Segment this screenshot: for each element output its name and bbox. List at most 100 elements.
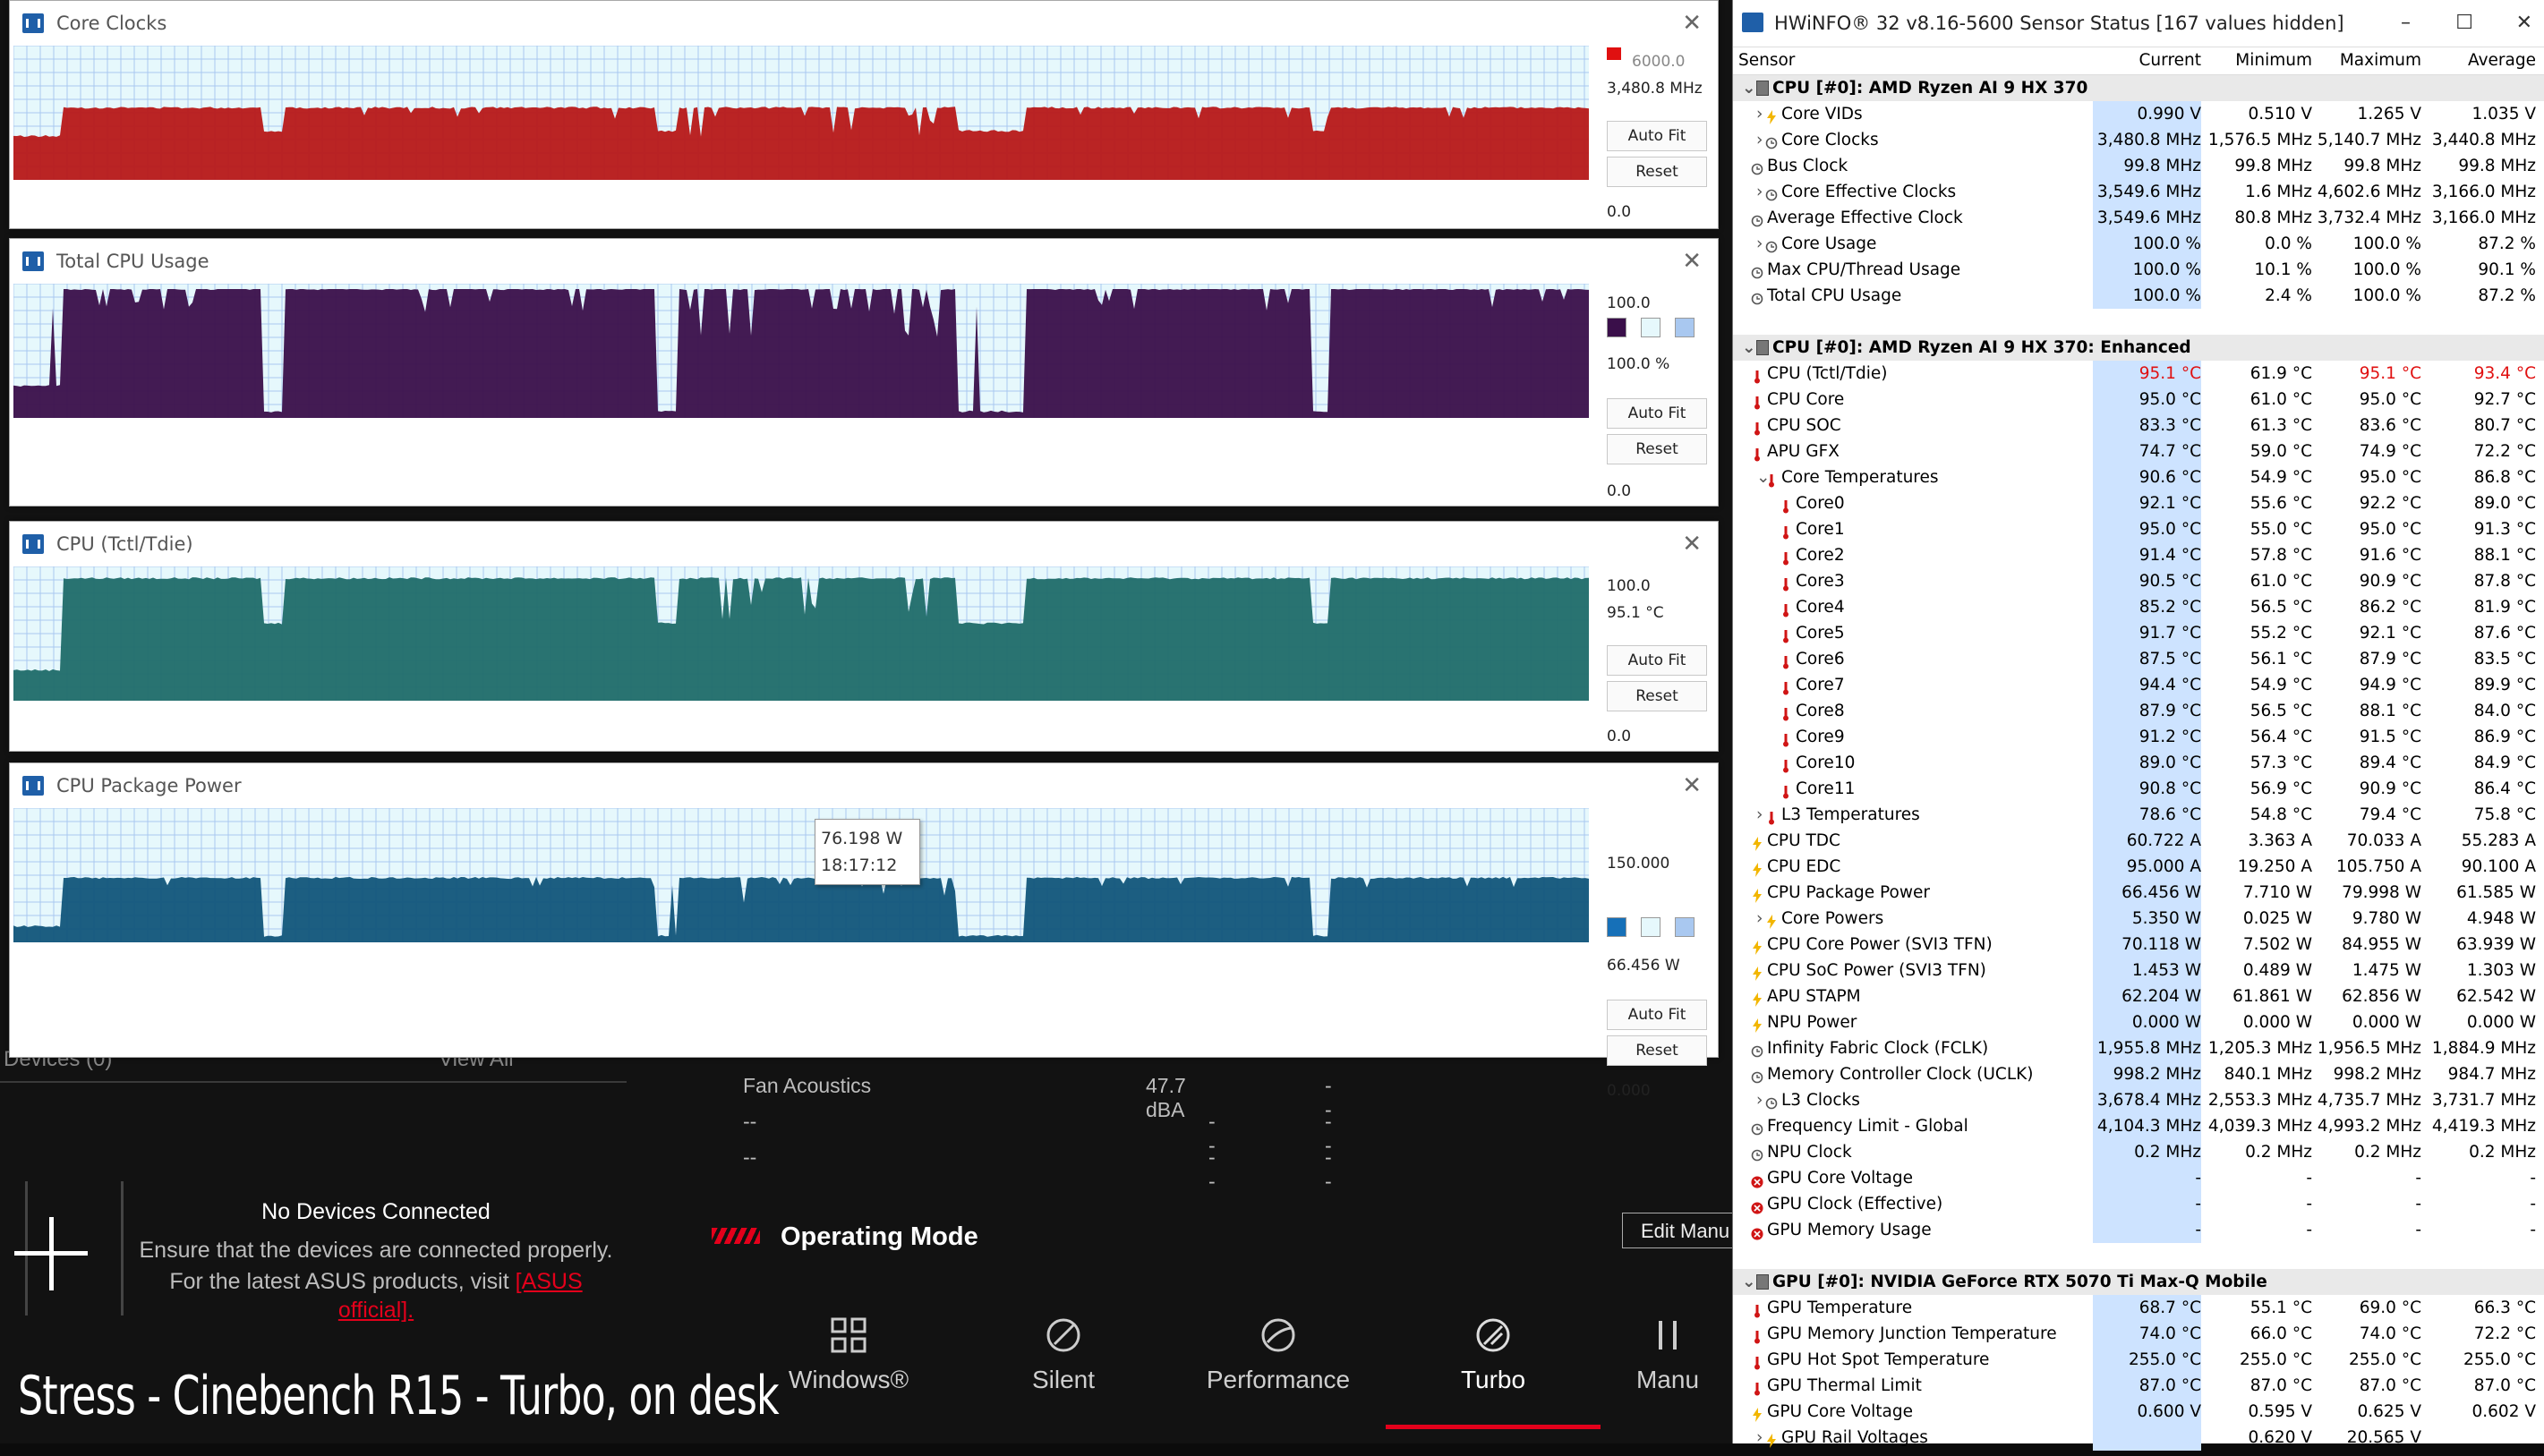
- close-icon[interactable]: ✕: [1682, 1, 1702, 46]
- series-bg-swatch[interactable]: [1641, 318, 1660, 337]
- sensor-row[interactable]: Core7 94.4 °C 54.9 °C 94.9 °C 89.9 °C: [1733, 672, 2544, 698]
- mode-tab-turbo[interactable]: Turbo: [1386, 1316, 1601, 1429]
- sensor-row[interactable]: Core9 91.2 °C 56.4 °C 91.5 °C 86.9 °C: [1733, 724, 2544, 750]
- sensor-row[interactable]: CPU Core 95.0 °C 61.0 °C 95.0 °C 92.7 °C: [1733, 387, 2544, 413]
- sensor-row[interactable]: APU GFX 74.7 °C 59.0 °C 74.9 °C 72.2 °C: [1733, 439, 2544, 464]
- sensor-row[interactable]: GPU Memory Usage - - - -: [1733, 1217, 2544, 1243]
- chevron-right-icon[interactable]: ›: [1756, 906, 1763, 932]
- hwinfo-sensor-window[interactable]: HWiNFO® 32 v8.16-5600 Sensor Status [167…: [1732, 0, 2544, 1451]
- sensor-row[interactable]: GPU Temperature 68.7 °C 55.1 °C 69.0 °C 66.3…: [1733, 1295, 2544, 1321]
- chevron-right-icon[interactable]: ›: [1756, 1087, 1763, 1113]
- sensor-row[interactable]: › L3 Clocks 3,678.4 MHz 2,553.3 MHz 4,735.7 …: [1733, 1087, 2544, 1113]
- graph-title-bar[interactable]: Core Clocks ✕: [10, 1, 1718, 46]
- chevron-right-icon[interactable]: ›: [1756, 231, 1763, 257]
- sensor-row[interactable]: › Core VIDs 0.990 V 0.510 V 1.265 V 1.035 V: [1733, 101, 2544, 127]
- sensor-row[interactable]: › Core Effective Clocks 3,549.6 MHz 1.6 MHz…: [1733, 179, 2544, 205]
- series-color-swatch[interactable]: [1607, 318, 1626, 337]
- sensor-group-header[interactable]: ⌄ CPU [#0]: AMD Ryzen AI 9 HX 370: Enhanc…: [1733, 335, 2544, 361]
- sensor-row[interactable]: › L3 Temperatures 78.6 °C 54.8 °C 79.4 °C 75.…: [1733, 802, 2544, 828]
- sensor-row[interactable]: GPU Hot Spot Temperature 255.0 °C 255.0 °C…: [1733, 1347, 2544, 1373]
- auto-fit-button[interactable]: Auto Fit: [1607, 398, 1707, 429]
- sensor-row[interactable]: CPU Package Power 66.456 W 7.710 W 79.998 W…: [1733, 880, 2544, 906]
- close-icon[interactable]: ✕: [1682, 522, 1702, 566]
- chevron-right-icon[interactable]: ›: [1756, 101, 1763, 127]
- series-grid-swatch[interactable]: [1675, 318, 1695, 337]
- close-icon[interactable]: ✕: [1682, 239, 1702, 284]
- asus-link-2[interactable]: official].: [134, 1298, 618, 1324]
- sensor-row[interactable]: GPU Thermal Limit 87.0 °C 87.0 °C 87.0 °C 87…: [1733, 1373, 2544, 1399]
- graph-window-cpu-package-power[interactable]: CPU Package Power ✕ 150.000 66.456 W Auto…: [9, 762, 1719, 1100]
- close-icon[interactable]: ✕: [2516, 0, 2532, 47]
- chevron-down-icon[interactable]: ⌄: [1742, 335, 1756, 361]
- sensor-row[interactable]: Memory Controller Clock (UCLK) 998.2 MHz 8…: [1733, 1061, 2544, 1087]
- sensor-row[interactable]: › Core Usage 100.0 % 0.0 % 100.0 % 87.2 %: [1733, 231, 2544, 257]
- sensor-row[interactable]: › GPU Rail Voltages 0.620 V 20.565 V: [1733, 1425, 2544, 1451]
- sensor-row[interactable]: Core4 85.2 °C 56.5 °C 86.2 °C 81.9 °C: [1733, 594, 2544, 620]
- sensor-row[interactable]: NPU Clock 0.2 MHz 0.2 MHz 0.2 MHz 0.2 MHz: [1733, 1139, 2544, 1165]
- auto-fit-button[interactable]: Auto Fit: [1607, 645, 1707, 676]
- sensor-row[interactable]: CPU SoC Power (SVI3 TFN) 1.453 W 0.489 W 1.…: [1733, 958, 2544, 983]
- chevron-right-icon[interactable]: ›: [1756, 802, 1763, 828]
- maximize-icon[interactable]: ☐: [2455, 0, 2473, 47]
- graph-title-bar[interactable]: CPU Package Power ✕: [10, 763, 1718, 808]
- sensor-group-header[interactable]: ⌄ CPU [#0]: AMD Ryzen AI 9 HX 370: [1733, 75, 2544, 101]
- chevron-down-icon[interactable]: ⌄: [1742, 75, 1756, 101]
- chevron-right-icon[interactable]: ›: [1756, 1425, 1763, 1451]
- sensor-row[interactable]: › Core Powers 5.350 W 0.025 W 9.780 W 4.948 W: [1733, 906, 2544, 932]
- sensor-row[interactable]: CPU EDC 95.000 A 19.250 A 105.750 A 90.100 A: [1733, 854, 2544, 880]
- sensor-row[interactable]: Average Effective Clock 3,549.6 MHz 80.8 M…: [1733, 205, 2544, 231]
- sensor-row[interactable]: Max CPU/Thread Usage 100.0 % 10.1 % 100.0 %…: [1733, 257, 2544, 283]
- asus-link[interactable]: [ASUS: [516, 1269, 583, 1294]
- sensor-row[interactable]: Core1 95.0 °C 55.0 °C 95.0 °C 91.3 °C: [1733, 516, 2544, 542]
- series-grid-swatch[interactable]: [1675, 917, 1695, 937]
- reset-button[interactable]: Reset: [1607, 434, 1707, 464]
- sensor-row[interactable]: Core2 91.4 °C 57.8 °C 91.6 °C 88.1 °C: [1733, 542, 2544, 568]
- auto-fit-button[interactable]: Auto Fit: [1607, 121, 1707, 151]
- hwinfo-title-bar[interactable]: HWiNFO® 32 v8.16-5600 Sensor Status [167…: [1733, 0, 2544, 47]
- sensor-row[interactable]: Core6 87.5 °C 56.1 °C 87.9 °C 83.5 °C: [1733, 646, 2544, 672]
- graph-window-core-clocks[interactable]: Core Clocks ✕ 6000.0 3,480.8 MHz Auto Fit…: [9, 0, 1719, 229]
- chevron-right-icon[interactable]: ›: [1756, 127, 1763, 153]
- sensor-row[interactable]: NPU Power 0.000 W 0.000 W 0.000 W 0.000 W: [1733, 1009, 2544, 1035]
- edit-manual-button[interactable]: Edit Manu: [1622, 1213, 1747, 1248]
- graph-window-cpu-tctl[interactable]: CPU (Tctl/Tdie) ✕ 100.0 95.1 °C Auto Fit …: [9, 521, 1719, 752]
- series-bg-swatch[interactable]: [1641, 917, 1660, 937]
- sensor-row[interactable]: GPU Memory Junction Temperature 74.0 °C 66…: [1733, 1321, 2544, 1347]
- graph-title-bar[interactable]: Total CPU Usage ✕: [10, 239, 1718, 284]
- sensor-row[interactable]: GPU Clock (Effective) - - - -: [1733, 1191, 2544, 1217]
- chevron-down-icon[interactable]: ⌄: [1742, 1269, 1756, 1295]
- sensor-row[interactable]: Infinity Fabric Clock (FCLK) 1,955.8 MHz 1…: [1733, 1035, 2544, 1061]
- mode-tab-performance[interactable]: Performance: [1171, 1316, 1386, 1394]
- column-maximum[interactable]: Maximum: [2314, 47, 2421, 74]
- sensor-row[interactable]: Total CPU Usage 100.0 % 2.4 % 100.0 % 87.2 %: [1733, 283, 2544, 309]
- column-sensor[interactable]: Sensor: [1738, 47, 1795, 74]
- sensor-row[interactable]: ⌄ Core Temperatures 90.6 °C 54.9 °C 95.0 °C 8…: [1733, 464, 2544, 490]
- reset-button[interactable]: Reset: [1607, 157, 1707, 187]
- add-device-box[interactable]: [25, 1181, 124, 1316]
- reset-button[interactable]: Reset: [1607, 681, 1707, 711]
- sensor-row[interactable]: › Core Clocks 3,480.8 MHz 1,576.5 MHz 5,140.…: [1733, 127, 2544, 153]
- graph-title-bar[interactable]: CPU (Tctl/Tdie) ✕: [10, 522, 1718, 566]
- sensor-row[interactable]: Bus Clock 99.8 MHz 99.8 MHz 99.8 MHz 99.8 MH…: [1733, 153, 2544, 179]
- mode-tab-silent[interactable]: Silent: [956, 1316, 1171, 1394]
- sensor-row[interactable]: CPU TDC 60.722 A 3.363 A 70.033 A 55.283 A: [1733, 828, 2544, 854]
- sensor-row[interactable]: Frequency Limit - Global 4,104.3 MHz 4,039…: [1733, 1113, 2544, 1139]
- reset-button[interactable]: Reset: [1607, 1035, 1707, 1066]
- sensor-row[interactable]: CPU SOC 83.3 °C 61.3 °C 83.6 °C 80.7 °C: [1733, 413, 2544, 439]
- series-color-swatch[interactable]: [1607, 47, 1621, 60]
- auto-fit-button[interactable]: Auto Fit: [1607, 1000, 1707, 1030]
- sensor-group-header[interactable]: ⌄ GPU [#0]: NVIDIA GeForce RTX 5070 Ti Ma…: [1733, 1269, 2544, 1295]
- sensor-row[interactable]: Core11 90.8 °C 56.9 °C 90.9 °C 86.4 °C: [1733, 776, 2544, 802]
- graph-window-total-cpu-usage[interactable]: Total CPU Usage ✕ 100.0 100.0 % Auto Fit …: [9, 238, 1719, 507]
- chevron-right-icon[interactable]: ›: [1756, 179, 1763, 205]
- sensor-row[interactable]: GPU Core Voltage 0.600 V 0.595 V 0.625 V 0.6…: [1733, 1399, 2544, 1425]
- sensor-row[interactable]: Core0 92.1 °C 55.6 °C 92.2 °C 89.0 °C: [1733, 490, 2544, 516]
- column-average[interactable]: Average: [2429, 47, 2536, 74]
- column-minimum[interactable]: Minimum: [2205, 47, 2312, 74]
- column-current[interactable]: Current: [2094, 47, 2201, 74]
- sensor-row[interactable]: Core5 91.7 °C 55.2 °C 92.1 °C 87.6 °C: [1733, 620, 2544, 646]
- sensor-row[interactable]: Core3 90.5 °C 61.0 °C 90.9 °C 87.8 °C: [1733, 568, 2544, 594]
- close-icon[interactable]: ✕: [1682, 763, 1702, 808]
- sensor-row[interactable]: CPU (Tctl/Tdie) 95.1 °C 61.9 °C 95.1 °C 93.4…: [1733, 361, 2544, 387]
- minimize-icon[interactable]: –: [2401, 0, 2411, 47]
